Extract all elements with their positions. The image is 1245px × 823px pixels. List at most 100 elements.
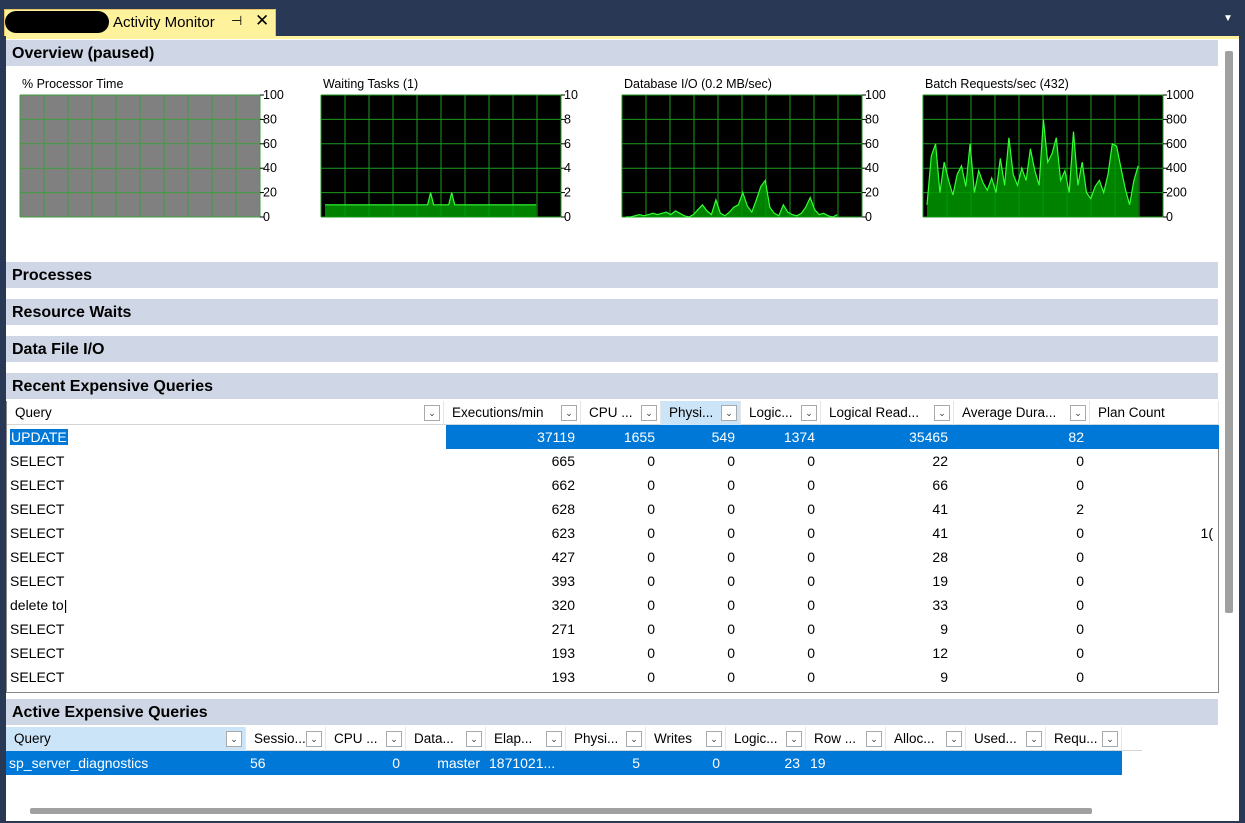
table-row[interactable]: SELECT 393 0 0 0 19 0 xyxy=(7,569,1219,593)
column-header[interactable]: Data... ⌄ xyxy=(406,727,486,751)
column-header-label: Elap... xyxy=(494,731,533,746)
table-row[interactable]: SELECT 662 0 0 0 66 0 xyxy=(7,473,1219,497)
filter-dropdown-icon[interactable]: ⌄ xyxy=(1026,731,1042,747)
table-cell: 0 xyxy=(807,525,815,541)
table-cell: 0 xyxy=(647,573,655,589)
filter-dropdown-icon[interactable]: ⌄ xyxy=(546,731,562,747)
filter-dropdown-icon[interactable]: ⌄ xyxy=(786,731,802,747)
section-data-file-io[interactable]: Data File I/O xyxy=(6,336,1218,363)
table-cell: 0 xyxy=(647,501,655,517)
column-header[interactable]: Query ⌄ xyxy=(6,727,246,751)
table-row[interactable]: SELECT 665 0 0 0 22 0 xyxy=(7,449,1219,473)
pin-icon[interactable]: ⊣ xyxy=(231,13,242,29)
filter-dropdown-icon[interactable]: ⌄ xyxy=(934,405,950,421)
filter-dropdown-icon[interactable]: ⌄ xyxy=(1102,731,1118,747)
column-header[interactable]: Logic... ⌄ xyxy=(726,727,806,751)
section-recent-expensive-queries[interactable]: Recent Expensive Queries xyxy=(6,373,1218,400)
table-row[interactable]: SELECT 628 0 0 0 41 2 xyxy=(7,497,1219,521)
column-header[interactable]: Used... ⌄ xyxy=(966,727,1046,751)
table-cell: SELECT xyxy=(10,453,65,469)
table-cell: SELECT xyxy=(10,621,65,637)
table-cell: 0 xyxy=(727,597,735,613)
table-row[interactable]: sp_server_diagnostics 56 0 master 1871021...… xyxy=(6,751,1122,775)
active-queries-grid[interactable]: Query ⌄ Sessio... ⌄ CPU ... ⌄ Data... ⌄ Elap... ⌄… xyxy=(6,727,1142,777)
redacted-server-name xyxy=(5,11,109,33)
column-header[interactable]: Sessio... ⌄ xyxy=(246,727,326,751)
table-row[interactable]: SELECT 193 0 0 0 9 0 xyxy=(7,665,1219,689)
column-header[interactable]: Physi... ⌄ xyxy=(661,401,741,425)
section-overview[interactable]: Overview (paused) xyxy=(6,40,1218,67)
table-cell xyxy=(1090,497,1219,521)
column-header[interactable]: CPU ... ⌄ xyxy=(581,401,661,425)
section-processes[interactable]: Processes xyxy=(6,262,1218,289)
filter-dropdown-icon[interactable]: ⌄ xyxy=(641,405,657,421)
tick-label: 0 xyxy=(1166,210,1173,224)
filter-dropdown-icon[interactable]: ⌄ xyxy=(561,405,577,421)
column-header-label: Sessio... xyxy=(254,731,306,746)
table-cell xyxy=(1046,751,1122,775)
filter-dropdown-icon[interactable]: ⌄ xyxy=(226,731,242,747)
table-cell: SELECT xyxy=(10,573,65,589)
tick-label: 100 xyxy=(865,88,886,102)
column-header[interactable]: Logical Read... ⌄ xyxy=(821,401,954,425)
table-cell: 193 xyxy=(551,669,575,685)
table-cell: 1871021... xyxy=(489,755,556,771)
table-cell: 0 xyxy=(647,597,655,613)
filter-dropdown-icon[interactable]: ⌄ xyxy=(706,731,722,747)
filter-dropdown-icon[interactable]: ⌄ xyxy=(801,405,817,421)
table-cell: 0 xyxy=(1076,597,1084,613)
table-cell: 0 xyxy=(1076,645,1084,661)
column-header[interactable]: Alloc... ⌄ xyxy=(886,727,966,751)
column-header[interactable]: Requ... ⌄ xyxy=(1046,727,1122,751)
tick-label: 60 xyxy=(865,137,879,151)
table-cell: 0 xyxy=(1076,477,1084,493)
close-icon[interactable]: ✕ xyxy=(255,11,269,31)
column-header[interactable]: Logic... ⌄ xyxy=(741,401,821,425)
filter-dropdown-icon[interactable]: ⌄ xyxy=(466,731,482,747)
activity-monitor-tab[interactable]: Activity Monitor ⊣ ✕ xyxy=(4,9,276,36)
table-cell xyxy=(1090,641,1219,665)
table-row[interactable]: SELECT 427 0 0 0 28 0 xyxy=(7,545,1219,569)
column-header[interactable]: Average Dura... ⌄ xyxy=(954,401,1090,425)
filter-dropdown-icon[interactable]: ⌄ xyxy=(1070,405,1086,421)
tick-label: 0 xyxy=(564,210,571,224)
recent-queries-grid[interactable]: Query ⌄ Executions/min ⌄ CPU ... ⌄ Physi... ⌄ Lo… xyxy=(6,401,1219,693)
table-cell: 9 xyxy=(940,669,948,685)
tick-label: 80 xyxy=(263,112,277,126)
filter-dropdown-icon[interactable]: ⌄ xyxy=(721,405,737,421)
column-header[interactable]: Writes ⌄ xyxy=(646,727,726,751)
table-row[interactable]: SELECT 193 0 0 0 12 0 xyxy=(7,641,1219,665)
horizontal-scrollbar[interactable] xyxy=(30,808,1092,814)
tab-title: Activity Monitor xyxy=(113,14,215,31)
filter-dropdown-icon[interactable]: ⌄ xyxy=(626,731,642,747)
column-header[interactable]: Query ⌄ xyxy=(7,401,444,425)
table-cell: 22 xyxy=(932,453,948,469)
chevron-down-icon[interactable]: ▼ xyxy=(1223,13,1233,24)
table-cell: 0 xyxy=(1076,549,1084,565)
filter-dropdown-icon[interactable]: ⌄ xyxy=(306,731,322,747)
table-cell: SELECT xyxy=(10,645,65,661)
column-header[interactable]: Elap... ⌄ xyxy=(486,727,566,751)
table-cell: 0 xyxy=(807,669,815,685)
tick-label: 20 xyxy=(865,186,879,200)
column-header-label: Average Dura... xyxy=(962,405,1057,420)
filter-dropdown-icon[interactable]: ⌄ xyxy=(386,731,402,747)
chart-dbio-svg: 100 80 60 40 20 0 xyxy=(621,88,886,224)
column-header[interactable]: CPU ... ⌄ xyxy=(326,727,406,751)
section-resource-waits[interactable]: Resource Waits xyxy=(6,299,1218,326)
table-row[interactable]: SELECT 623 0 0 0 41 0 1( xyxy=(7,521,1219,545)
filter-dropdown-icon[interactable]: ⌄ xyxy=(424,405,440,421)
column-header[interactable]: Row ... ⌄ xyxy=(806,727,886,751)
filter-dropdown-icon[interactable]: ⌄ xyxy=(866,731,882,747)
column-header[interactable]: Executions/min ⌄ xyxy=(444,401,581,425)
recent-grid-header: Query ⌄ Executions/min ⌄ CPU ... ⌄ Physi... ⌄ Lo… xyxy=(7,401,1219,425)
table-row[interactable]: UPDATE 37119 1655 549 1374 35465 82 xyxy=(7,425,1219,449)
section-active-expensive-queries[interactable]: Active Expensive Queries xyxy=(6,699,1218,726)
column-header[interactable]: Plan Count xyxy=(1090,401,1219,425)
tick-label: 2 xyxy=(564,186,571,200)
vertical-scrollbar[interactable] xyxy=(1225,51,1233,613)
column-header[interactable]: Physi... ⌄ xyxy=(566,727,646,751)
filter-dropdown-icon[interactable]: ⌄ xyxy=(946,731,962,747)
table-row[interactable]: SELECT 271 0 0 0 9 0 xyxy=(7,617,1219,641)
table-row[interactable]: delete to| 320 0 0 0 33 0 xyxy=(7,593,1219,617)
